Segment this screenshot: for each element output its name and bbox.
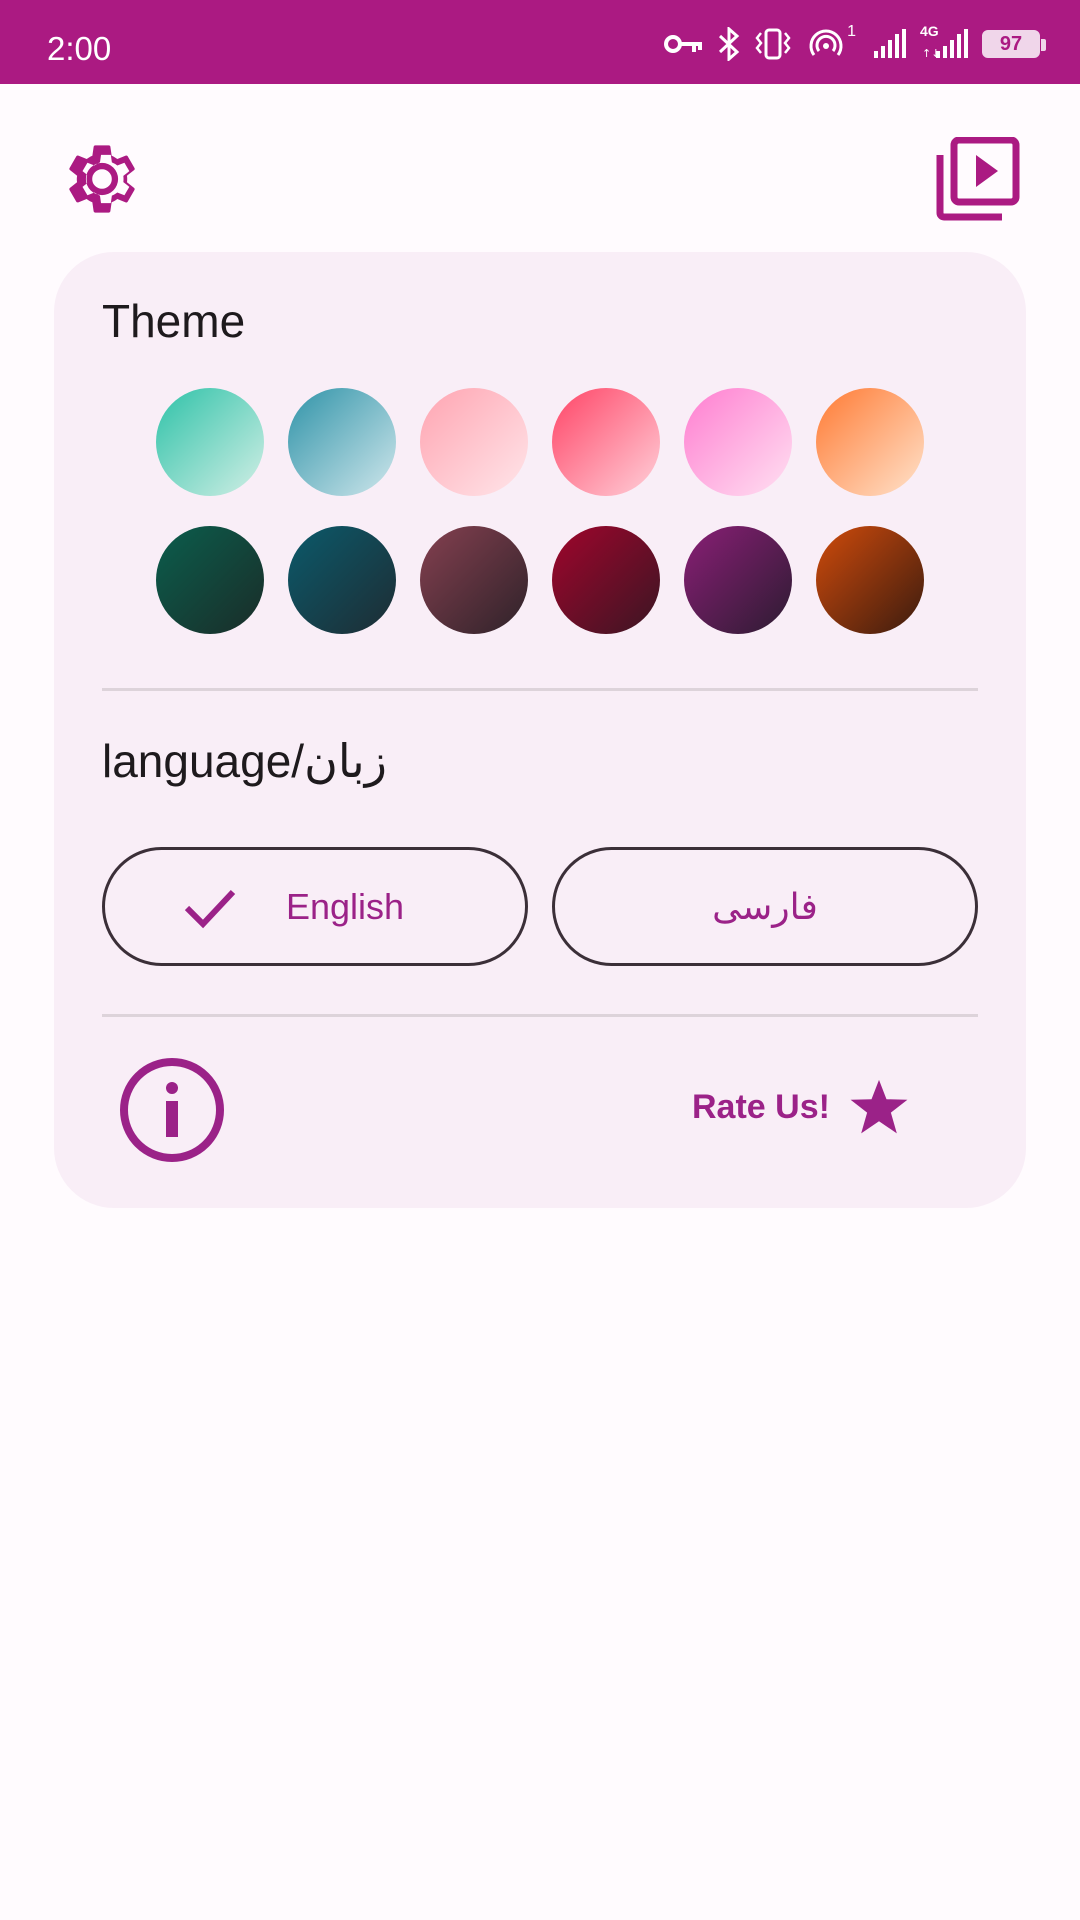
language-english-label: English (285, 885, 405, 927)
video-library-icon (936, 136, 1020, 221)
theme-swatch[interactable] (816, 526, 924, 634)
star-icon (850, 1079, 908, 1134)
theme-swatch[interactable] (156, 526, 264, 634)
status-time: 2:00 (47, 30, 112, 67)
language-title: language/زبان (102, 735, 387, 787)
vibrate-icon (755, 28, 791, 60)
language-english-button[interactable]: English (102, 847, 528, 966)
theme-swatch[interactable] (684, 388, 792, 496)
status-bar: 2:00 1 4G ↑↓ 97 (0, 0, 1080, 84)
signal-icon (874, 29, 906, 58)
status-icons: 1 4G ↑↓ 97 (664, 23, 1046, 62)
vpn-key-icon (664, 35, 702, 53)
theme-swatch[interactable] (288, 388, 396, 496)
theme-swatch[interactable] (420, 388, 528, 496)
svg-text:↑↓: ↑↓ (922, 47, 940, 59)
network-type: 4G (920, 23, 939, 39)
theme-swatch[interactable] (420, 526, 528, 634)
language-farsi-button[interactable]: فارسی (552, 847, 978, 966)
settings-button[interactable] (60, 137, 144, 226)
theme-swatch[interactable] (816, 388, 924, 496)
theme-swatch[interactable] (156, 388, 264, 496)
info-icon (120, 1058, 224, 1162)
hotspot: 1 (806, 23, 856, 61)
language-farsi-label: فارسی (712, 885, 818, 927)
rate-us-label: Rate Us! (692, 1087, 830, 1126)
signal-4g: 4G ↑↓ (920, 23, 968, 59)
bluetooth-icon (718, 27, 740, 61)
rate-us-button[interactable]: Rate Us! (692, 1072, 910, 1142)
battery-level: 97 (999, 32, 1023, 55)
hotspot-count: 1 (847, 23, 856, 40)
settings-card: Theme language/زبان English فارسی Rate U… (54, 252, 1026, 1208)
theme-divider (102, 688, 978, 691)
theme-swatch[interactable] (552, 526, 660, 634)
video-library-button[interactable] (936, 136, 1020, 226)
settings-gear-icon (69, 145, 135, 213)
hotspot-icon (809, 29, 843, 56)
battery-icon: 97 (982, 30, 1046, 58)
theme-swatch[interactable] (288, 526, 396, 634)
theme-swatch[interactable] (684, 526, 792, 634)
info-button[interactable] (118, 1056, 226, 1169)
language-divider (102, 1014, 978, 1017)
theme-swatch[interactable] (552, 388, 660, 496)
check-icon (184, 889, 236, 929)
theme-title: Theme (102, 295, 246, 347)
